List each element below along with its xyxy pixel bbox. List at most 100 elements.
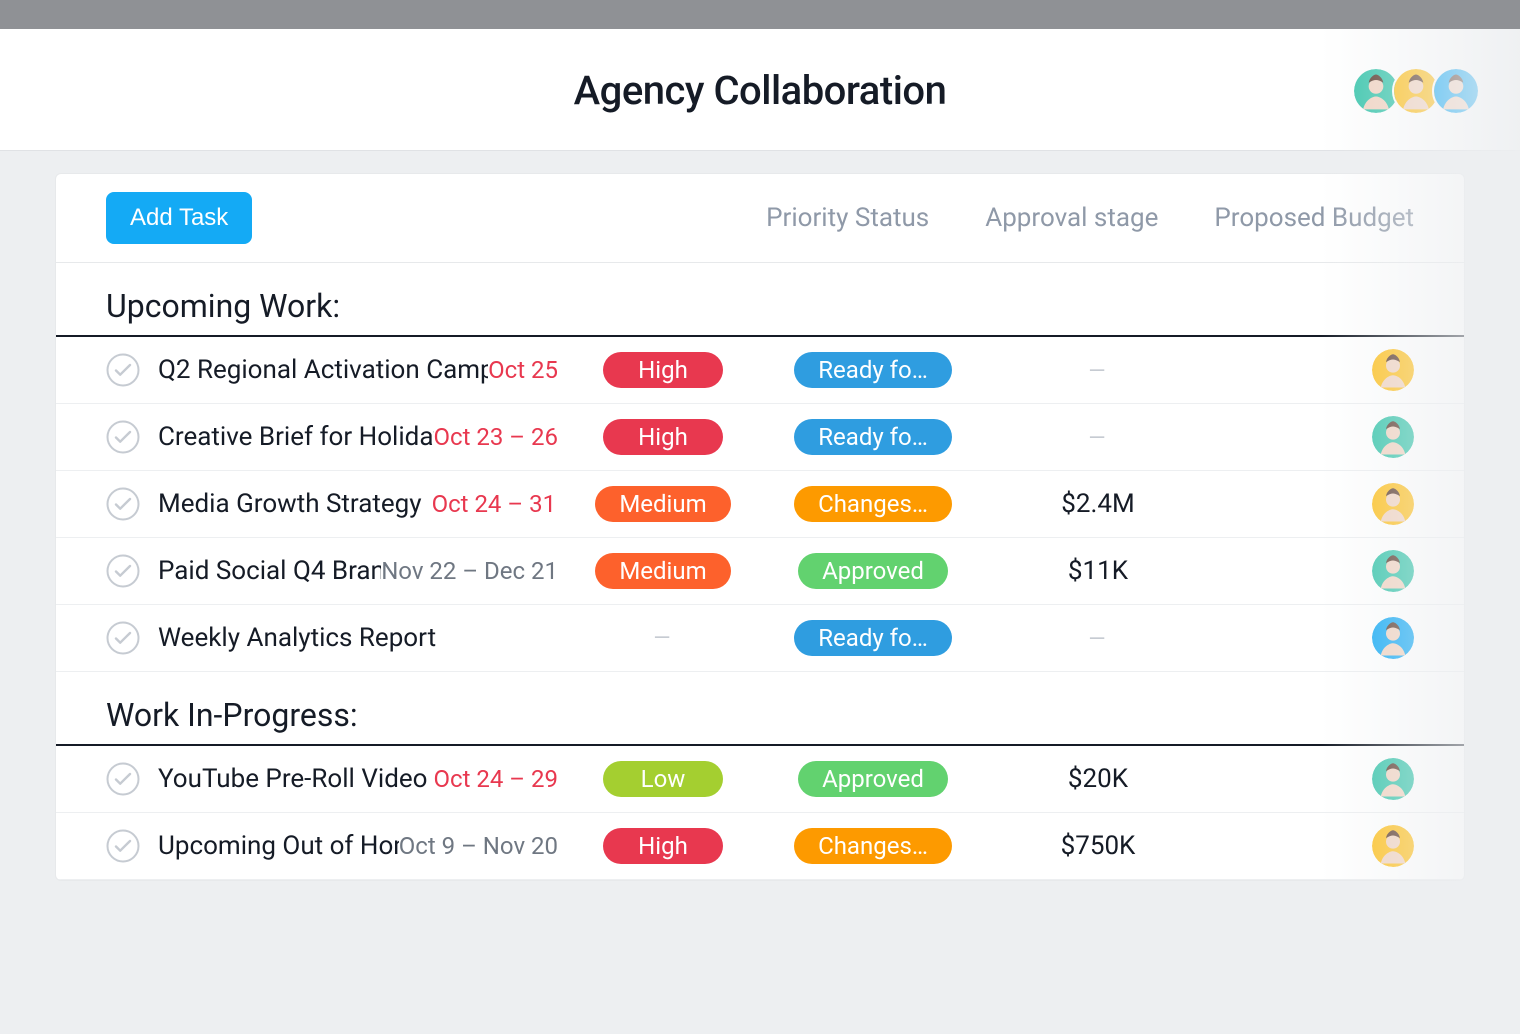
budget-cell: — xyxy=(978,623,1218,653)
assignee-cell xyxy=(1354,416,1414,458)
task-name: Q2 Regional Activation Camp xyxy=(158,355,488,385)
assignee-cell xyxy=(1354,483,1414,525)
task-row[interactable]: Q2 Regional Activation CampOct 25 High Rea… xyxy=(56,337,1464,404)
assignee-avatar[interactable] xyxy=(1372,825,1414,867)
task-name-cell: Weekly Analytics Report xyxy=(158,623,558,653)
task-name: YouTube Pre-Roll Video S xyxy=(158,764,434,794)
complete-check-icon[interactable] xyxy=(106,487,140,521)
task-date: Oct 25 xyxy=(488,356,558,384)
task-row[interactable]: Weekly Analytics Report — Ready fo… — xyxy=(56,605,1464,672)
task-row[interactable]: Creative Brief for HolidayOct 23 – 26 Hig… xyxy=(56,404,1464,471)
priority-pill[interactable]: High xyxy=(603,828,723,864)
assignee-cell xyxy=(1354,758,1414,800)
task-row[interactable]: Paid Social Q4 BrandNov 22 – Dec 21 Mediu… xyxy=(56,538,1464,605)
task-date: Oct 9 – Nov 20 xyxy=(399,832,558,860)
task-list-card: Add Task Priority Status Approval stage … xyxy=(55,173,1465,881)
assignee-avatar[interactable] xyxy=(1372,349,1414,391)
card-toolbar: Add Task Priority Status Approval stage … xyxy=(56,174,1464,263)
priority-empty: — xyxy=(653,626,672,651)
task-date: Nov 22 – Dec 21 xyxy=(381,557,558,585)
priority-cell: High xyxy=(558,419,768,455)
column-header-priority: Priority Status xyxy=(766,203,929,233)
page-header: Agency Collaboration xyxy=(0,29,1520,151)
task-name-cell: Paid Social Q4 BrandNov 22 – Dec 21 xyxy=(158,556,558,586)
priority-cell: Medium xyxy=(558,553,768,589)
priority-cell: High xyxy=(558,828,768,864)
complete-check-icon[interactable] xyxy=(106,762,140,796)
budget-cell: — xyxy=(978,355,1218,385)
task-name-cell: Creative Brief for HolidayOct 23 – 26 xyxy=(158,422,558,452)
priority-pill[interactable]: High xyxy=(603,419,723,455)
complete-check-icon[interactable] xyxy=(106,621,140,655)
priority-cell: — xyxy=(558,626,768,651)
task-name-cell: Media Growth StrategyOct 24 – 31 xyxy=(158,489,558,519)
budget-cell: $20K xyxy=(978,764,1218,794)
approval-pill[interactable]: Approved xyxy=(798,553,948,589)
assignee-avatar[interactable] xyxy=(1372,483,1414,525)
task-row[interactable]: Media Growth StrategyOct 24 – 31 Medium Ch… xyxy=(56,471,1464,538)
assignee-avatar[interactable] xyxy=(1372,550,1414,592)
task-date: Oct 24 – 31 xyxy=(432,490,557,518)
task-name: Creative Brief for Holiday xyxy=(158,422,434,452)
task-row[interactable]: YouTube Pre-Roll Video SOct 24 – 29 Low Ap… xyxy=(56,746,1464,813)
column-header-budget: Proposed Budget xyxy=(1214,203,1414,233)
approval-pill[interactable]: Ready fo… xyxy=(794,419,952,455)
task-name: Weekly Analytics Report xyxy=(158,623,446,653)
task-name-cell: YouTube Pre-Roll Video SOct 24 – 29 xyxy=(158,764,558,794)
approval-cell: Approved xyxy=(768,761,978,797)
priority-pill[interactable]: Medium xyxy=(595,486,730,522)
task-date: Oct 23 – 26 xyxy=(434,423,559,451)
assignee-avatar[interactable] xyxy=(1372,758,1414,800)
approval-cell: Changes… xyxy=(768,828,978,864)
task-name: Media Growth Strategy xyxy=(158,489,432,519)
task-name: Paid Social Q4 Brand xyxy=(158,556,381,586)
budget-cell: $750K xyxy=(978,831,1218,861)
assignee-cell xyxy=(1354,349,1414,391)
task-name-cell: Upcoming Out of HomOct 9 – Nov 20 xyxy=(158,831,558,861)
section-title: Upcoming Work: xyxy=(56,263,1464,337)
assignee-avatar[interactable] xyxy=(1372,617,1414,659)
window-top-bar xyxy=(0,0,1520,29)
approval-pill[interactable]: Approved xyxy=(798,761,948,797)
assignee-cell xyxy=(1354,617,1414,659)
assignee-avatar[interactable] xyxy=(1372,416,1414,458)
task-name-cell: Q2 Regional Activation CampOct 25 xyxy=(158,355,558,385)
priority-pill[interactable]: Low xyxy=(603,761,723,797)
approval-cell: Approved xyxy=(768,553,978,589)
priority-cell: Medium xyxy=(558,486,768,522)
priority-pill[interactable]: High xyxy=(603,352,723,388)
task-name: Upcoming Out of Hom xyxy=(158,831,399,861)
approval-pill[interactable]: Changes… xyxy=(794,828,952,864)
section-title: Work In-Progress: xyxy=(56,672,1464,746)
approval-cell: Ready fo… xyxy=(768,419,978,455)
budget-empty: — xyxy=(1088,426,1107,451)
budget-empty: — xyxy=(1088,359,1107,384)
page-title: Agency Collaboration xyxy=(0,67,1520,114)
budget-empty: — xyxy=(1088,627,1107,652)
approval-cell: Ready fo… xyxy=(768,620,978,656)
task-date: Oct 24 – 29 xyxy=(434,765,559,793)
member-avatar[interactable] xyxy=(1432,67,1480,115)
priority-pill[interactable]: Medium xyxy=(595,553,730,589)
approval-pill[interactable]: Ready fo… xyxy=(794,352,952,388)
assignee-cell xyxy=(1354,550,1414,592)
add-task-button[interactable]: Add Task xyxy=(106,192,252,244)
column-header-approval: Approval stage xyxy=(985,203,1158,233)
approval-cell: Changes… xyxy=(768,486,978,522)
approval-cell: Ready fo… xyxy=(768,352,978,388)
complete-check-icon[interactable] xyxy=(106,353,140,387)
approval-pill[interactable]: Ready fo… xyxy=(794,620,952,656)
priority-cell: Low xyxy=(558,761,768,797)
approval-pill[interactable]: Changes… xyxy=(794,486,952,522)
column-headers: Priority Status Approval stage Proposed … xyxy=(766,203,1414,233)
task-row[interactable]: Upcoming Out of HomOct 9 – Nov 20 High Cha… xyxy=(56,813,1464,880)
budget-cell: $11K xyxy=(978,556,1218,586)
complete-check-icon[interactable] xyxy=(106,829,140,863)
priority-cell: High xyxy=(558,352,768,388)
budget-cell: — xyxy=(978,422,1218,452)
budget-cell: $2.4M xyxy=(978,489,1218,519)
complete-check-icon[interactable] xyxy=(106,554,140,588)
complete-check-icon[interactable] xyxy=(106,420,140,454)
assignee-cell xyxy=(1354,825,1414,867)
member-avatar-stack xyxy=(1360,67,1480,115)
